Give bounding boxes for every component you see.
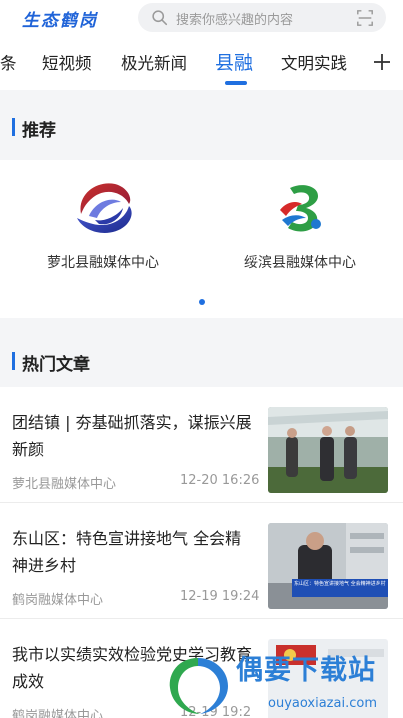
recommend-item-name: 萝北县融媒体中心 (47, 255, 159, 271)
tab-headlines[interactable]: 条 (0, 50, 17, 74)
top-header: 生态鹤岗 搜索你感兴趣的内容 (0, 0, 403, 38)
app-logo[interactable]: 生态鹤岗 (22, 6, 98, 31)
tab-aurora-news[interactable]: 极光新闻 (121, 50, 187, 74)
article-thumbnail (268, 407, 388, 493)
section-accent-bar (12, 118, 15, 136)
recommend-item-luobei[interactable]: 萝北县融媒体中心 (3, 160, 203, 300)
recommend-title: 推荐 (22, 121, 56, 141)
article-source: 鹤岗融媒体中心 (12, 593, 104, 608)
recommend-item-suibin[interactable]: 绥滨县融媒体中心 (200, 160, 400, 300)
channel-tabs: 条 短视频 极光新闻 县融 文明实践 (0, 38, 403, 90)
recommend-item-name: 绥滨县融媒体中心 (244, 255, 356, 271)
watermark-url: ouyaoxiazai.com (268, 696, 377, 711)
article-item[interactable]: 东山区：特色宣讲接地气 全会精神进乡村 鹤岗融媒体中心 12-19 19:24 … (0, 503, 403, 619)
hot-articles-title: 热门文章 (22, 355, 90, 375)
recommend-carousel: 萝北县融媒体中心 绥滨县融媒体中心 (0, 160, 403, 318)
section-accent-bar (12, 352, 15, 370)
active-tab-indicator (225, 81, 247, 85)
article-time: 12-19 19:24 (180, 589, 260, 604)
search-icon (152, 10, 168, 26)
article-item[interactable]: 团结镇 | 夯基础抓落实，谋振兴展新颜 萝北县融媒体中心 12-20 16:26 (0, 387, 403, 503)
article-time: 12-20 16:26 (180, 473, 260, 488)
scan-icon[interactable] (356, 9, 374, 27)
carousel-page-indicator (199, 299, 205, 305)
search-placeholder: 搜索你感兴趣的内容 (176, 13, 294, 28)
article-source: 鹤岗融媒体中心 (12, 709, 104, 718)
hot-articles-section-header: 热门文章 (0, 318, 403, 384)
suibin-media-logo (280, 185, 321, 232)
recommend-section-header: 推荐 (0, 94, 403, 160)
tab-short-video[interactable]: 短视频 (42, 50, 92, 74)
watermark-logo (169, 658, 228, 714)
search-bar[interactable]: 搜索你感兴趣的内容 (138, 3, 386, 32)
site-watermark: 偶要下载站 ouyaoxiazai.com (150, 640, 403, 718)
tab-county-media[interactable]: 县融 (215, 48, 253, 75)
thumbnail-caption: 东山区：特色宣讲接地气 全会精神进乡村 (294, 581, 386, 587)
plus-icon[interactable] (372, 52, 392, 72)
article-title: 团结镇 | 夯基础抓落实，谋振兴展新颜 (12, 413, 252, 459)
luobei-media-logo (77, 183, 132, 233)
article-source: 萝北县融媒体中心 (12, 477, 117, 492)
tab-civilization-practice[interactable]: 文明实践 (281, 50, 347, 74)
watermark-text: 偶要下载站 (236, 655, 376, 686)
article-thumbnail: 东山区：特色宣讲接地气 全会精神进乡村 (268, 523, 388, 609)
article-title: 东山区：特色宣讲接地气 全会精神进乡村 (12, 529, 242, 575)
